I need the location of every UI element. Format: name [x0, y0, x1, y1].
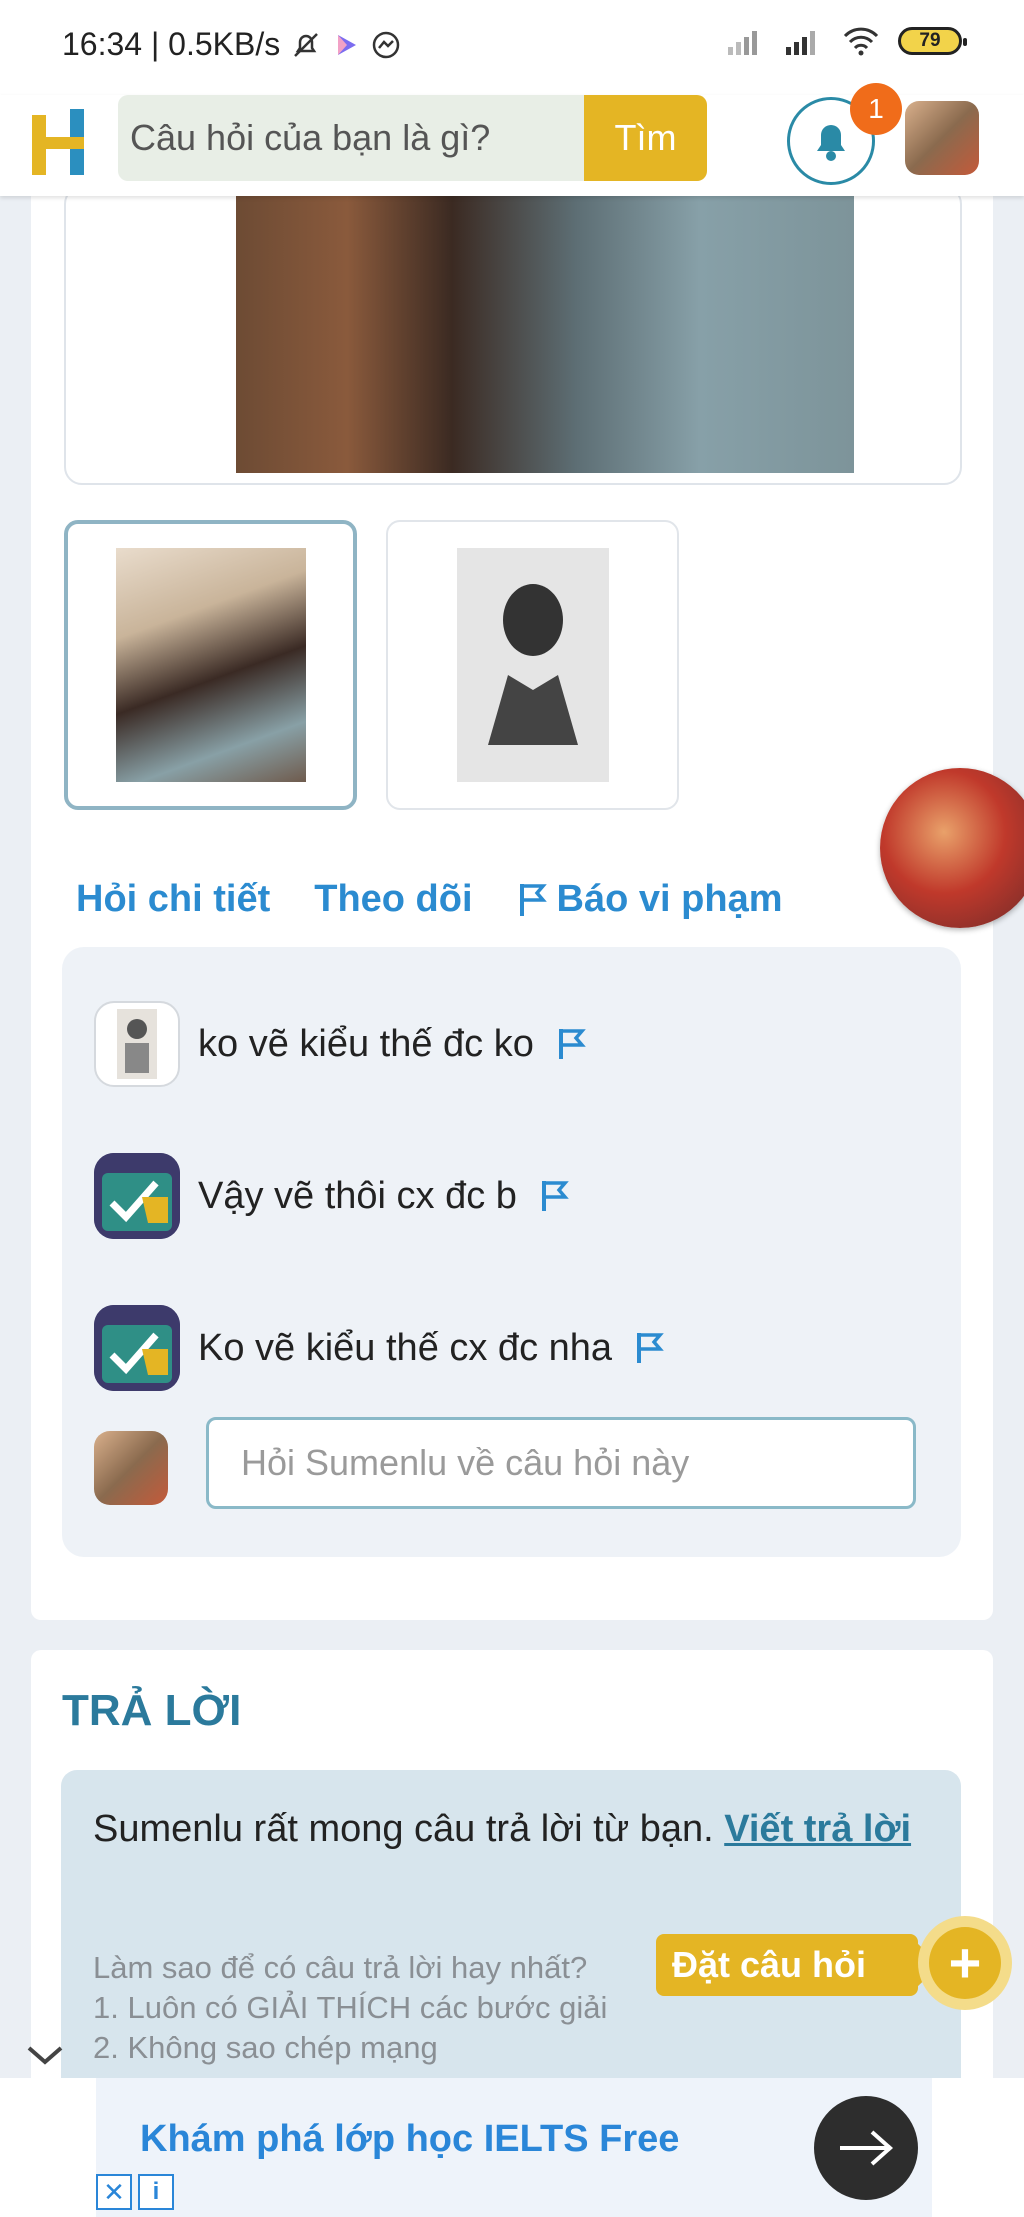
bell-icon	[817, 125, 845, 161]
messenger-icon	[372, 31, 400, 58]
report-link-label: Báo vi phạm	[556, 878, 783, 920]
main-image-frame	[64, 186, 962, 485]
tip-item: 1. Luôn có GIẢI THÍCH các bước giải	[93, 1990, 608, 2025]
signal-icon-2	[786, 31, 815, 55]
report-flag-icon[interactable]	[556, 1027, 586, 1061]
status-left: 16:34 | 0.5KB/s	[62, 26, 402, 63]
comment-avatar[interactable]	[94, 1001, 180, 1087]
question-card: Hỏi chi tiết Theo dõi Báo vi phạm ko vẽ …	[31, 186, 993, 1620]
wifi-icon	[843, 27, 879, 56]
ad-collapse-button[interactable]	[20, 2034, 70, 2078]
signal-icon	[728, 31, 757, 55]
comment-text: ko vẽ kiểu thế đc ko	[198, 1022, 534, 1065]
ad-info-button[interactable]: i	[138, 2174, 174, 2210]
battery-indicator: 79	[898, 27, 967, 55]
flag-icon	[519, 883, 547, 916]
status-right: 79	[726, 26, 967, 56]
report-flag-icon[interactable]	[634, 1331, 664, 1365]
arrow-right-icon	[840, 2130, 894, 2166]
write-answer-link[interactable]: Viết trả lời	[724, 1808, 911, 1850]
search-button[interactable]: Tìm	[584, 95, 707, 181]
ask-author-input[interactable]: Hỏi Sumenlu về câu hỏi này	[206, 1417, 916, 1509]
thumbnail-photo-sketch	[456, 548, 609, 782]
ad-close-button[interactable]: ✕	[96, 2174, 132, 2210]
answer-tips: Làm sao để có câu trả lời hay nhất? 1. L…	[93, 1948, 607, 2068]
app-header: Câu hỏi của bạn là gì? Tìm 1	[0, 83, 1024, 196]
answer-section-title: TRẢ LỜI	[62, 1686, 242, 1735]
comment-text: Ko vẽ kiểu thế cx đc nha	[198, 1326, 613, 1369]
ask-question-label[interactable]: Đặt câu hỏi	[656, 1934, 940, 1996]
thumbnail-photo-portrait	[115, 548, 306, 782]
tips-title: Làm sao để có câu trả lời hay nhất?	[93, 1950, 588, 1985]
play-store-icon	[338, 34, 357, 55]
ask-question-fab[interactable]: +	[918, 1916, 1012, 2010]
ad-arrow-button[interactable]	[814, 2096, 918, 2200]
comment-item: Vậy vẽ thôi cx đc b	[94, 1153, 569, 1239]
comment-avatar[interactable]	[94, 1305, 180, 1391]
thumbnail-2[interactable]	[386, 520, 679, 810]
comments-panel: ko vẽ kiểu thế đc ko Vậy vẽ thôi cx đc b…	[62, 947, 961, 1557]
avatar-sketch-icon	[117, 1009, 157, 1079]
comment-avatar[interactable]	[94, 1153, 180, 1239]
comment-item: Ko vẽ kiểu thế cx đc nha	[94, 1305, 664, 1391]
main-photo[interactable]	[236, 188, 854, 473]
checkmark-app-icon	[94, 1305, 180, 1391]
comment-item: ko vẽ kiểu thế đc ko	[94, 1001, 586, 1087]
chevron-down-icon	[27, 2046, 63, 2065]
plus-icon: +	[929, 1927, 1001, 1999]
hoc247-logo-icon[interactable]	[30, 107, 90, 177]
report-flag-icon[interactable]	[539, 1179, 569, 1213]
notification-badge: 1	[850, 83, 902, 135]
comment-text: Vậy vẽ thôi cx đc b	[198, 1174, 517, 1217]
question-actions: Hỏi chi tiết Theo dõi Báo vi phạm	[76, 878, 783, 921]
current-user-avatar	[94, 1431, 168, 1505]
checkmark-app-icon	[94, 1153, 180, 1239]
tip-item: 2. Không sao chép mạng	[93, 2030, 438, 2065]
answer-lead-text: Sumenlu rất mong câu trả lời từ bạn.	[93, 1808, 725, 1850]
mute-bell-icon	[294, 32, 319, 57]
follow-link[interactable]: Theo dõi	[314, 878, 472, 921]
ad-text[interactable]: Khám phá lớp học IELTS Free	[140, 2118, 679, 2161]
report-link[interactable]: Báo vi phạm	[517, 878, 783, 921]
answer-lead: Sumenlu rất mong câu trả lời từ bạn. Viế…	[93, 1800, 933, 1858]
status-time: 16:34 | 0.5KB/s	[62, 26, 281, 62]
ask-detail-link[interactable]: Hỏi chi tiết	[76, 878, 270, 921]
ad-content[interactable]: Khám phá lớp học IELTS Free	[96, 2078, 932, 2217]
search-input[interactable]: Câu hỏi của bạn là gì?	[118, 95, 584, 181]
thumbnail-1[interactable]	[64, 520, 357, 810]
status-bar: 16:34 | 0.5KB/s 79	[0, 0, 1024, 95]
sketch-figure-icon	[487, 584, 578, 745]
user-avatar[interactable]	[905, 101, 979, 175]
